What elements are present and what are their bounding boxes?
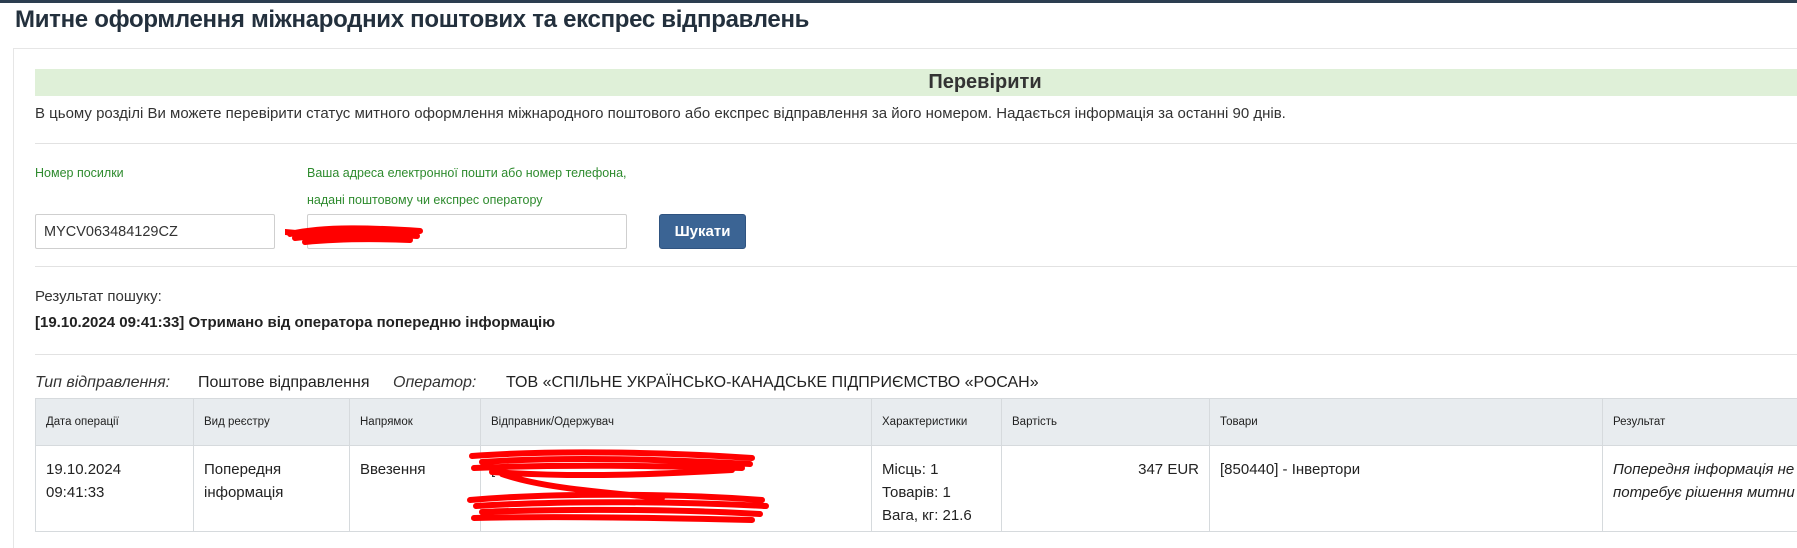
col-header-characteristics: Характеристики [872,399,1002,446]
contact-input[interactable] [307,214,627,249]
search-result-label: Результат пошуку: [35,288,162,305]
parcel-number-label: Номер посилки [35,166,124,180]
shipment-type-key: Тип відправлення: [35,374,170,391]
cell-date: 19.10.2024 09:41:33 [36,446,194,532]
shipment-type-value: Поштове відправлення [198,374,370,392]
intro-text: В цьому розділі Ви можете перевірити ста… [35,105,1286,122]
col-header-value: Вартість [1002,399,1210,446]
table-row: 19.10.2024 09:41:33 Попередня інформація… [36,446,1797,532]
cell-registry: Попередня інформація [194,446,350,532]
col-header-direction: Напрямок [350,399,481,446]
weight: Вага, кг: 21.6 [882,504,991,527]
check-section-header: Перевірити [35,69,1797,96]
divider [35,266,1797,267]
cell-characteristics: Місць: 1 Товарів: 1 Вага, кг: 21.6 [872,446,1002,532]
cell-goods: [850440] - Інвертори [1210,446,1603,532]
col-header-date: Дата операції [36,399,194,446]
operator-label: Оператор: [393,374,476,392]
operator-value: ТОВ «СПІЛЬНЕ УКРАЇНСЬКО-КАНАДСЬКЕ ПІДПРИ… [506,374,1039,392]
col-header-registry: Вид реєстру [194,399,350,446]
operator-key: Оператор: [393,374,476,391]
divider [35,143,1797,144]
shipment-type-label: Тип відправлення: [35,374,170,392]
table-header-row: Дата операції Вид реєстру Напрямок Відпр… [36,399,1797,446]
top-stripe [0,0,1797,3]
cell-party: [ [481,446,872,532]
divider [35,354,1797,355]
search-result-status: [19.10.2024 09:41:33] Отримано від опера… [35,314,555,331]
col-header-party: Відправник/Одержувач [481,399,872,446]
check-section-title: Перевірити [35,69,1797,96]
contact-label-line1: Ваша адреса електронної пошти або номер … [307,166,627,180]
result-line2: потребує рішення митни [1613,481,1795,504]
col-header-result: Результат [1603,399,1797,446]
search-button[interactable]: Шукати [659,214,746,249]
col-header-goods: Товари [1210,399,1603,446]
cell-direction: Ввезення [350,446,481,532]
cell-value: 347 EUR [1002,446,1210,532]
places-count: Місць: 1 [882,458,991,481]
result-line1: Попередня інформація не [1613,458,1795,481]
contact-label-line2: надані поштовому чи експрес оператору [307,193,543,207]
goods-count: Товарів: 1 [882,481,991,504]
parcel-number-input[interactable] [35,214,275,249]
cell-result: Попередня інформація не потребує рішення… [1603,446,1797,532]
operations-table: Дата операції Вид реєстру Напрямок Відпр… [35,398,1797,532]
page-title: Митне оформлення міжнародних поштових та… [15,6,809,34]
